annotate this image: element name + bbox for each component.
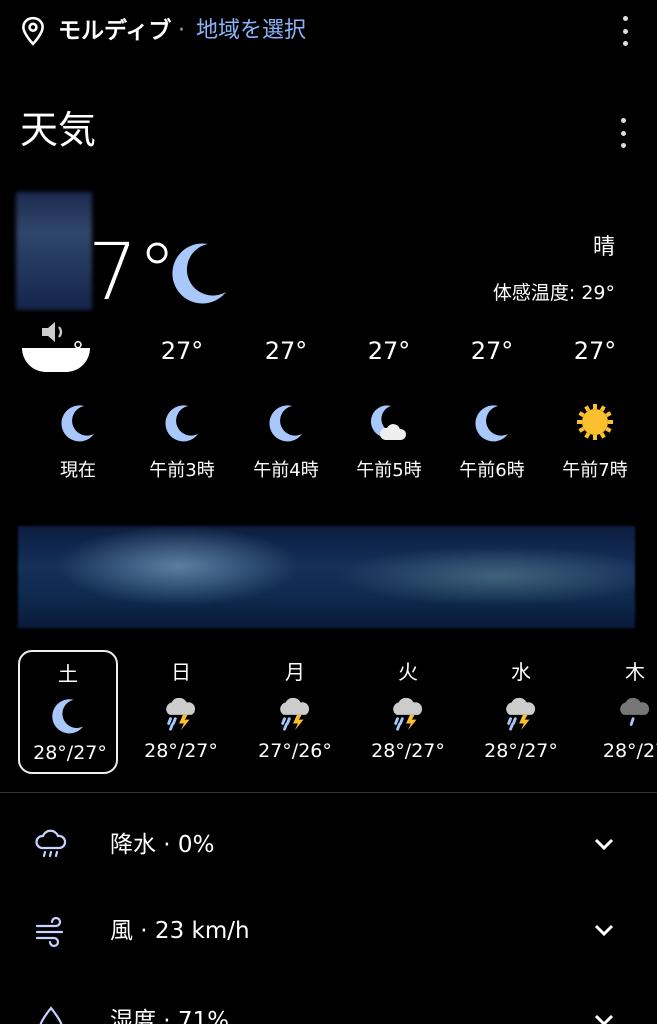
humidity-icon <box>39 1006 63 1024</box>
moon-cloud-icon <box>369 402 409 446</box>
weather-title: 天気 <box>20 108 97 152</box>
thunderstorm-icon <box>388 694 428 734</box>
day-name: 土 <box>58 662 78 686</box>
location-pin-icon[interactable] <box>20 16 46 46</box>
daily-item-2[interactable]: 月 27°/26° <box>245 650 345 774</box>
hourly-time-label: 午前6時 <box>459 460 525 481</box>
hourly-temp: ° <box>72 337 84 365</box>
location-name[interactable]: モルディブ <box>58 14 171 48</box>
sun-icon <box>575 402 615 446</box>
hourly-temp: 27° <box>367 337 411 365</box>
chevron-down-icon[interactable] <box>590 1008 618 1024</box>
hourly-time-label: 午前4時 <box>253 460 319 481</box>
daily-item-4[interactable]: 水 28°/27° <box>471 650 571 774</box>
day-temps: 28°/27° <box>371 740 445 762</box>
hourly-time-label: 午前3時 <box>149 460 215 481</box>
daily-item-3[interactable]: 火 28°/27° <box>358 650 458 774</box>
divider <box>0 792 657 793</box>
humidity-label: 湿度 · 71% <box>110 1008 230 1024</box>
daily-item-1[interactable]: 日 28°/27° <box>131 650 231 774</box>
moon-icon <box>172 243 226 304</box>
day-temps: 27°/26° <box>258 740 332 762</box>
hourly-temp: 27° <box>470 337 514 365</box>
precipitation-label: 降水 · 0% <box>110 832 215 858</box>
moon-icon <box>162 402 202 446</box>
moon-icon <box>266 402 306 446</box>
chevron-down-icon[interactable] <box>590 832 618 856</box>
thunderstorm-icon <box>501 694 541 734</box>
daily-item-5[interactable]: 木 28°/27 <box>585 650 657 774</box>
wind-label: 風 · 23 km/h <box>110 918 250 944</box>
day-name: 水 <box>511 660 531 684</box>
day-temps: 28°/27° <box>484 740 558 762</box>
wind-row[interactable]: 風 · 23 km/h <box>0 900 657 970</box>
hourly-time-label: 午前7時 <box>562 460 628 481</box>
feels-like: 体感温度: 29° <box>492 282 615 304</box>
day-name: 火 <box>398 660 418 684</box>
rain-icon <box>35 829 67 858</box>
hourly-temp: 27° <box>160 337 204 365</box>
day-temps: 28°/27° <box>144 740 218 762</box>
current-temperature: 7° <box>88 228 177 318</box>
thunderstorm-icon <box>275 694 315 734</box>
chevron-down-icon[interactable] <box>590 918 618 942</box>
blurred-overlay <box>16 192 92 310</box>
weather-banner-image <box>18 526 635 628</box>
daily-item-0[interactable]: 土 28°/27° <box>18 650 118 774</box>
location-bar: モルディブ · 地域を選択 <box>0 0 657 64</box>
hourly-temp: 27° <box>264 337 308 365</box>
location-separator: · <box>178 18 185 43</box>
humidity-row[interactable]: 湿度 · 71% <box>0 990 657 1024</box>
moon-icon <box>472 402 512 446</box>
weather-page: モルディブ · 地域を選択 天気 7° 晴 体感温度: 29° ° 現在 27° 午前… <box>0 0 657 1024</box>
hourly-temp: 27° <box>573 337 617 365</box>
rain-cloud-icon <box>615 694 655 734</box>
hourly-time-label: 現在 <box>60 460 96 481</box>
select-region-link[interactable]: 地域を選択 <box>196 14 306 48</box>
weather-more-icon[interactable] <box>618 118 628 148</box>
day-name: 日 <box>171 660 191 684</box>
current-condition: 晴 <box>592 235 615 260</box>
day-name: 木 <box>625 660 645 684</box>
more-options-icon[interactable] <box>620 16 630 46</box>
day-name: 月 <box>285 660 305 684</box>
day-temps: 28°/27° <box>33 742 107 764</box>
thunderstorm-icon <box>161 694 201 734</box>
moon-icon <box>48 696 88 736</box>
hourly-time-label: 午前5時 <box>356 460 422 481</box>
wind-icon <box>35 916 64 948</box>
precipitation-row[interactable]: 降水 · 0% <box>0 814 657 884</box>
moon-icon <box>58 402 98 446</box>
day-temps: 28°/27 <box>602 740 657 762</box>
